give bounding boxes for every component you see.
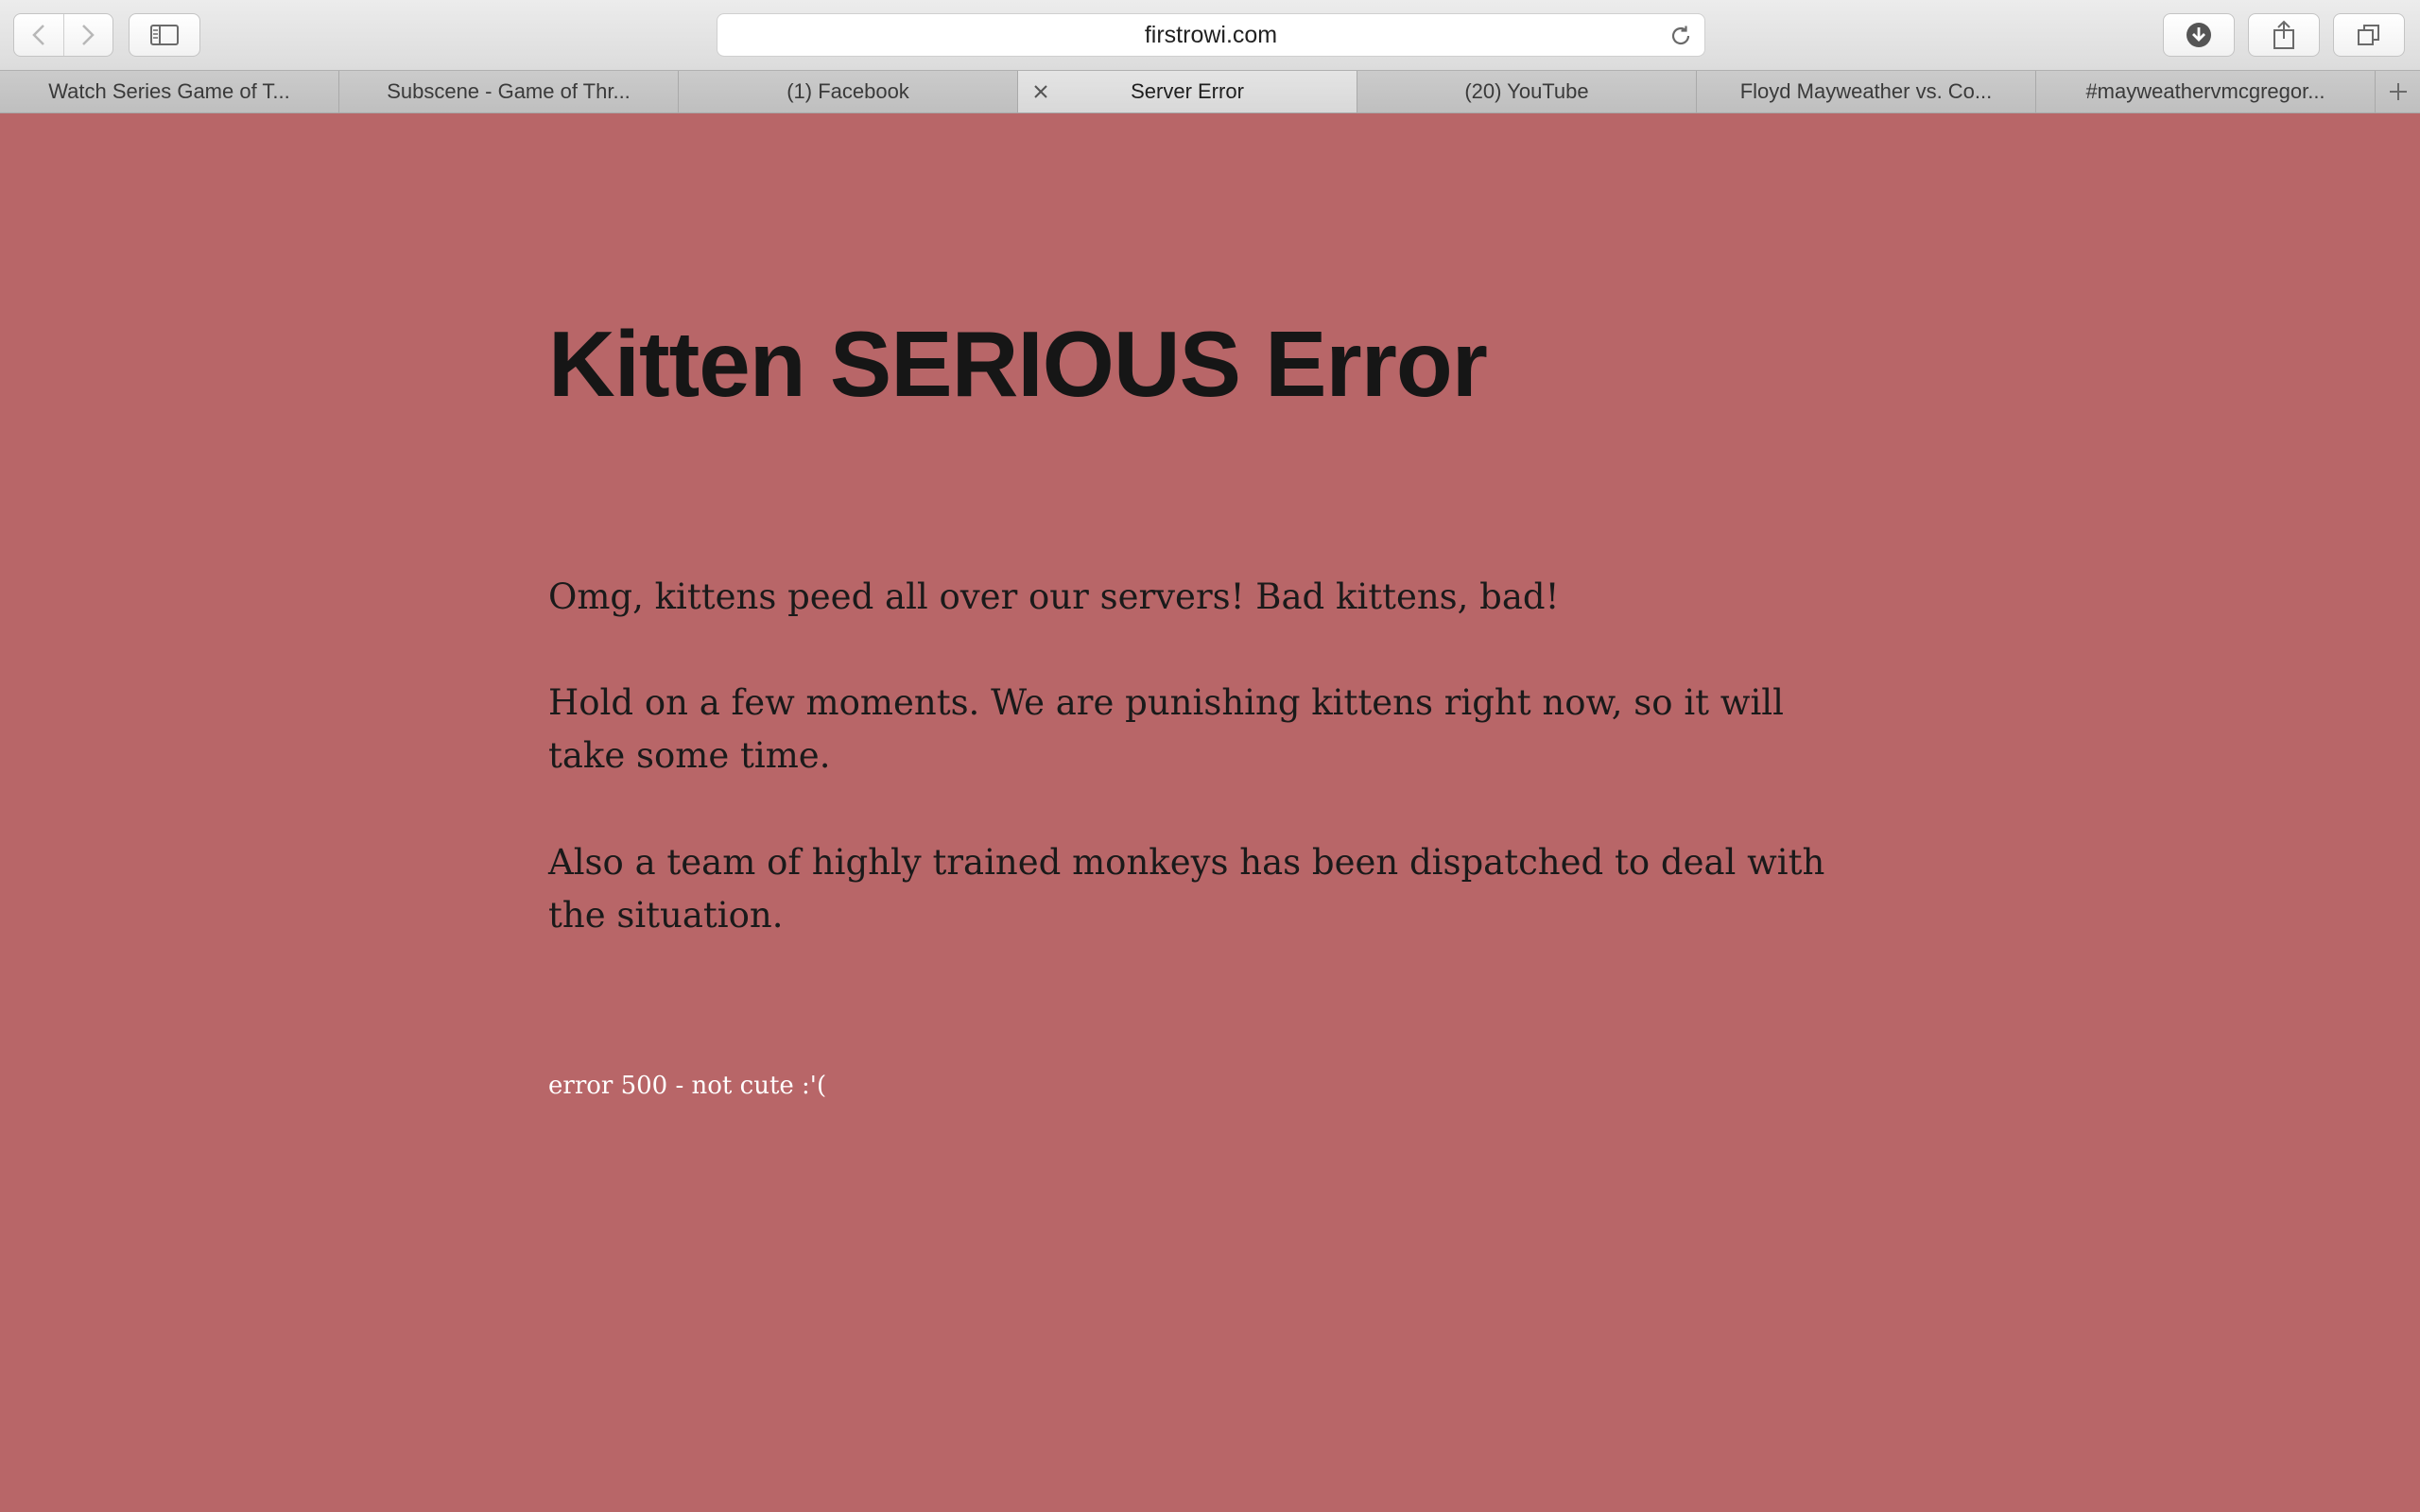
new-tab-button[interactable] — [2376, 71, 2420, 112]
sidebar-icon — [150, 25, 179, 45]
sidebar-button[interactable] — [129, 13, 200, 57]
error-message-paragraph: Hold on a few moments. We are punishing … — [548, 682, 1784, 776]
reload-button[interactable] — [1667, 22, 1695, 50]
tab-label: Watch Series Game of T... — [48, 79, 290, 103]
plus-icon — [2389, 83, 2407, 100]
page-title: Kitten SERIOUS Error — [548, 312, 1488, 416]
tab-facebook[interactable]: (1) Facebook — [679, 71, 1018, 112]
tab-youtube[interactable]: (20) YouTube — [1357, 71, 1697, 112]
tab-watch-series[interactable]: Watch Series Game of T... — [0, 71, 339, 112]
tab-server-error[interactable]: Server Error — [1018, 71, 1357, 112]
navigation-buttons — [13, 13, 113, 57]
tab-mayweathervmcgregor[interactable]: #mayweathervmcgregor... — [2036, 71, 2376, 112]
address-text: firstrowi.com — [1144, 21, 1278, 48]
address-bar[interactable]: firstrowi.com — [717, 13, 1705, 57]
downloads-button[interactable] — [2163, 13, 2235, 57]
close-icon — [1034, 85, 1047, 98]
share-icon — [2273, 20, 2294, 49]
tab-label: Subscene - Game of Thr... — [387, 79, 631, 103]
download-icon — [2187, 23, 2211, 47]
tab-label: (20) YouTube — [1464, 79, 1589, 103]
chevron-right-icon — [82, 25, 95, 45]
tab-label: Floyd Mayweather vs. Co... — [1739, 79, 1993, 103]
error-message-paragraph: Omg, kittens peed all over our servers! … — [548, 576, 1560, 617]
error-code-note: error 500 - not cute :'( — [548, 1072, 827, 1100]
error-message-paragraph: Also a team of highly trained monkeys ha… — [548, 842, 1825, 936]
forward-button[interactable] — [62, 14, 113, 56]
tabs-overview-button[interactable] — [2333, 13, 2405, 57]
back-button[interactable] — [14, 14, 63, 56]
tab-label: (1) Facebook — [786, 79, 909, 103]
reload-icon — [1671, 26, 1690, 45]
chevron-left-icon — [31, 25, 44, 45]
tab-label: #mayweathervmcgregor... — [2085, 79, 2325, 103]
browser-toolbar: firstrowi.com — [0, 0, 2420, 70]
tab-label: Server Error — [1131, 79, 1244, 103]
share-button[interactable] — [2248, 13, 2320, 57]
tab-floyd-mayweather[interactable]: Floyd Mayweather vs. Co... — [1697, 71, 2036, 112]
tabs-overview-icon — [2358, 25, 2379, 45]
tab-bar: Watch Series Game of T... Subscene - Gam… — [0, 70, 2420, 113]
close-tab-button[interactable] — [1031, 82, 1050, 101]
tab-subscene[interactable]: Subscene - Game of Thr... — [339, 71, 679, 112]
